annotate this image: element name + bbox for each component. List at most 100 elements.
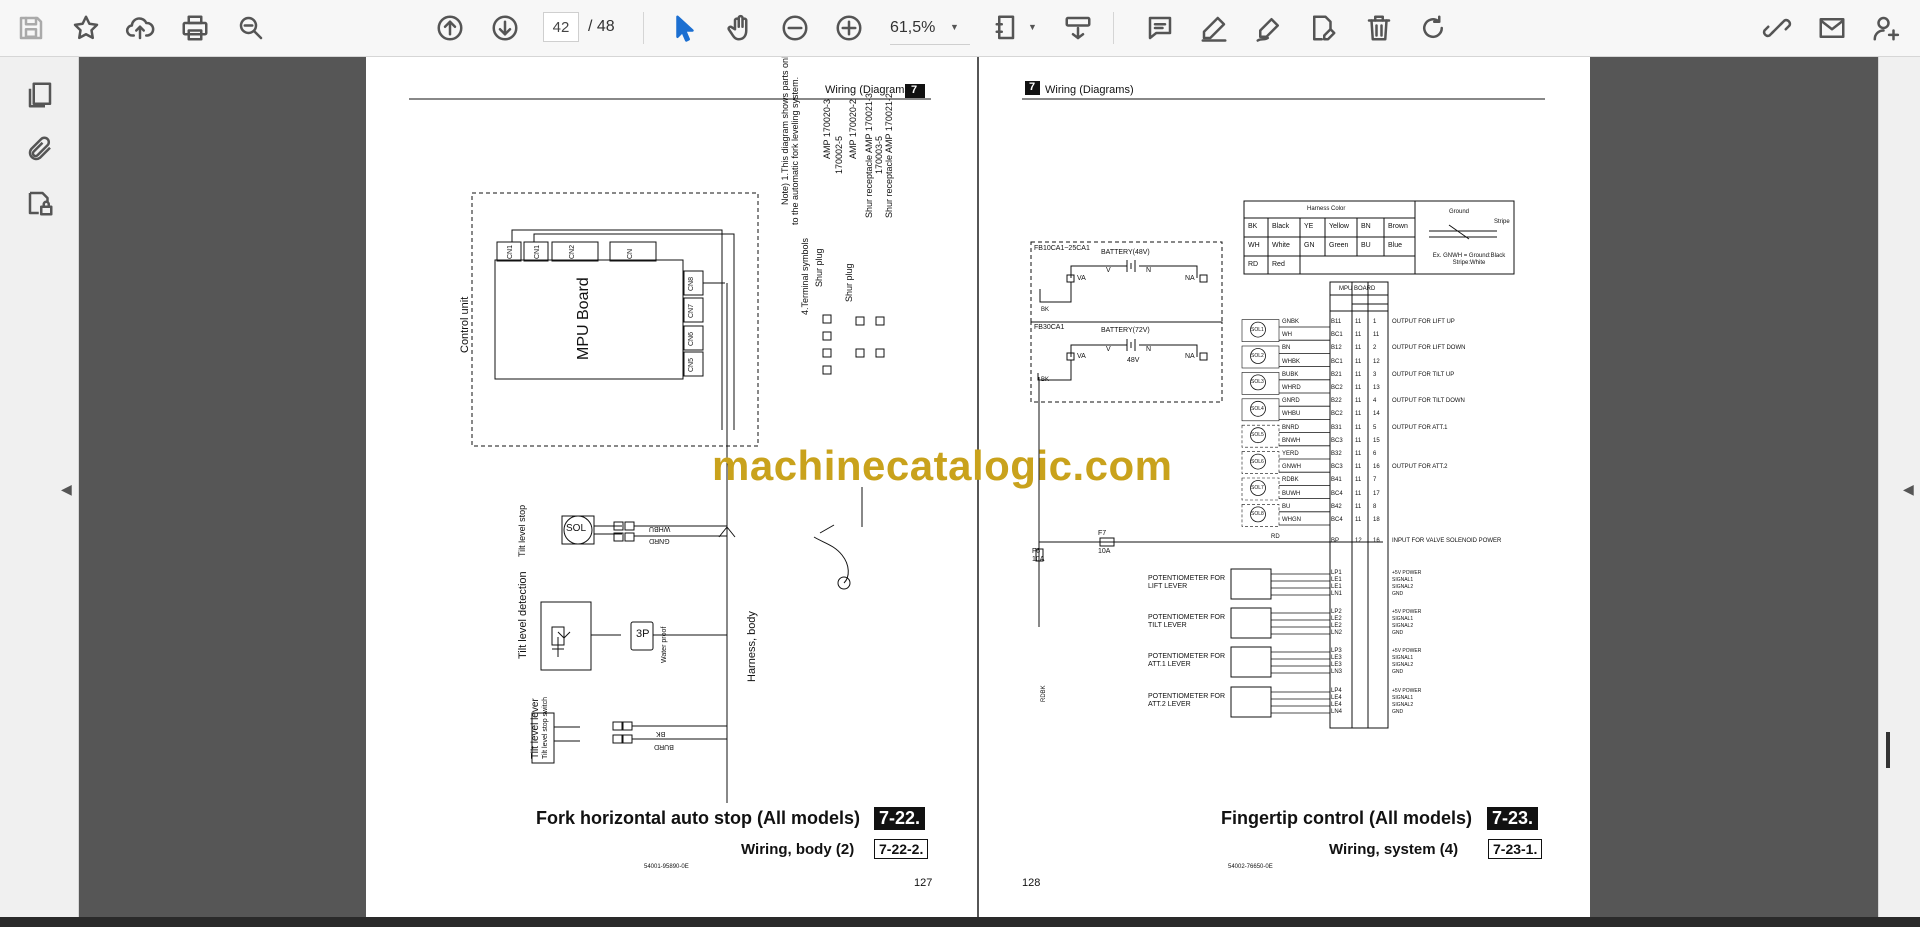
wire-label: WH: [1282, 332, 1292, 339]
va-terminal: VA: [1077, 353, 1086, 360]
connector-label: CN: [627, 248, 634, 259]
harness-color-title: Harness Color: [1307, 206, 1346, 212]
pin-label: B12: [1331, 345, 1342, 352]
harness-color-cell: Brown: [1388, 223, 1408, 230]
solenoid-label: SOL6: [1251, 458, 1264, 465]
pin-col-b: 13: [1373, 385, 1380, 391]
hand-pan-icon[interactable]: [720, 8, 760, 48]
keyboard-scroll-icon[interactable]: [1058, 8, 1098, 48]
comment-icon[interactable]: [1140, 8, 1180, 48]
harness-color-cell: Blue: [1388, 242, 1403, 249]
harness-color-cell: YE: [1304, 223, 1314, 230]
draw-signature-icon[interactable]: [1249, 8, 1289, 48]
row-description: OUTPUT FOR TILT UP: [1392, 371, 1455, 378]
page-header: Wiring (Diagrams): [1045, 84, 1134, 96]
delete-trash-icon[interactable]: [1359, 8, 1399, 48]
page-thumbnails-icon[interactable]: [20, 75, 60, 115]
solenoid-label: SOL5: [1251, 432, 1264, 439]
n-terminal: N: [1146, 346, 1152, 353]
pin-label: BC3: [1331, 464, 1343, 471]
fuse-f7-label: F7: [1098, 530, 1107, 537]
signal-label: GND: [1392, 630, 1404, 636]
pin-label: LE2: [1331, 616, 1342, 622]
vertical-scrollbar[interactable]: [1886, 732, 1890, 768]
print-icon[interactable]: [175, 8, 215, 48]
next-page-icon[interactable]: [485, 8, 525, 48]
upload-cloud-icon[interactable]: [120, 8, 160, 48]
pin-col-a: 11: [1355, 345, 1362, 352]
collapse-left-panel-icon[interactable]: ◀: [61, 481, 72, 498]
row-description: INPUT FOR VALVE SOLENOID POWER: [1392, 538, 1502, 544]
pin-label: LP4: [1331, 688, 1342, 694]
battery-72v-models: FB30CA1: [1034, 324, 1065, 331]
chapter-badge: 7: [1029, 81, 1036, 93]
signal-label: +5V POWER: [1392, 688, 1422, 694]
watermark-text: machinecatalogic.com: [712, 442, 1173, 489]
link-edit-icon[interactable]: [1757, 8, 1797, 48]
zoom-search-icon[interactable]: [231, 8, 271, 48]
harness-color-cell: WH: [1248, 242, 1260, 249]
harness-color-cell: BN: [1361, 223, 1371, 230]
na-terminal: NA: [1185, 275, 1195, 282]
pin-col-b: 1: [1373, 319, 1377, 325]
pin-col-a: 11: [1355, 464, 1362, 471]
wire-label: WHBU: [1282, 411, 1301, 418]
signal-label: GND: [1392, 591, 1404, 597]
pin-label: BC2: [1331, 411, 1343, 418]
chevron-down-icon[interactable]: ▼: [950, 22, 959, 32]
email-icon[interactable]: [1812, 8, 1852, 48]
water-proof-label: Water proof: [661, 626, 668, 663]
solenoid-label: SOL4: [1251, 405, 1264, 412]
wire-label: BN: [1282, 345, 1291, 352]
current-page-input[interactable]: 42: [543, 12, 579, 42]
amp-code: 170003-5: [874, 135, 884, 174]
save-icon[interactable]: [11, 8, 51, 48]
page-fit-icon[interactable]: [988, 8, 1028, 48]
signal-label: SIGNAL2: [1392, 584, 1414, 590]
note-line: Shur plug: [844, 263, 854, 302]
wire-label: GNWH: [1282, 464, 1301, 471]
zoom-out-icon[interactable]: [775, 8, 815, 48]
previous-page-icon[interactable]: [430, 8, 470, 48]
row-description: OUTPUT FOR LIFT DOWN: [1392, 345, 1466, 352]
fuse-f6-rating: 10A: [1032, 556, 1045, 563]
subsection-number: 7-23-1.: [1488, 839, 1543, 859]
connector-label: CN6: [688, 331, 695, 346]
page-number: 128: [1022, 877, 1041, 889]
harness-color-cell: Red: [1272, 261, 1285, 268]
attachment-paperclip-icon[interactable]: [20, 129, 60, 169]
pin-col-a: 11: [1355, 411, 1362, 418]
chevron-down-icon[interactable]: ▼: [1028, 22, 1037, 32]
select-cursor-icon[interactable]: [665, 8, 705, 48]
layers-lock-icon[interactable]: [20, 183, 60, 223]
section-number: 7-23.: [1487, 807, 1539, 830]
amp-code: AMP 170020-2: [848, 99, 858, 159]
signal-label: +5V POWER: [1392, 648, 1422, 654]
main-toolbar: 42 / 48 61,5% ▼ ▼: [0, 0, 1920, 57]
pin-label: B31: [1331, 424, 1342, 431]
redo-icon[interactable]: [1413, 8, 1453, 48]
wire-label: BUBK: [1282, 371, 1299, 378]
signal-label: SIGNAL2: [1392, 662, 1414, 668]
pin-col-a: 12: [1355, 538, 1362, 544]
battery-48v-models: FB10CA1~25CA1: [1034, 245, 1090, 252]
pin-label: LN3: [1331, 669, 1343, 675]
subsection-number: 7-22-2.: [874, 839, 929, 859]
wire-rdbk-label: RDBK: [1041, 685, 1047, 702]
wire-label: GNRD: [649, 537, 670, 544]
add-user-icon[interactable]: [1866, 8, 1906, 48]
expand-right-panel-icon[interactable]: ◀: [1903, 481, 1914, 498]
amp-code: 170002-5: [834, 135, 844, 174]
potentiometer-lever-label: ATT.2 LEVER: [1148, 701, 1191, 708]
wire-label: BK: [656, 730, 666, 737]
pin-col-a: 11: [1355, 319, 1362, 325]
zoom-in-icon[interactable]: [829, 8, 869, 48]
highlight-pen-icon[interactable]: [1194, 8, 1234, 48]
pin-col-b: 14: [1373, 411, 1380, 418]
harness-color-cell: Yellow: [1329, 223, 1349, 230]
harness-color-cell: Green: [1329, 242, 1349, 249]
bookmark-star-icon[interactable]: [66, 8, 106, 48]
stamp-edit-icon[interactable]: [1303, 8, 1343, 48]
connector-label: CN1: [534, 244, 541, 259]
v-terminal: V: [1106, 346, 1111, 353]
